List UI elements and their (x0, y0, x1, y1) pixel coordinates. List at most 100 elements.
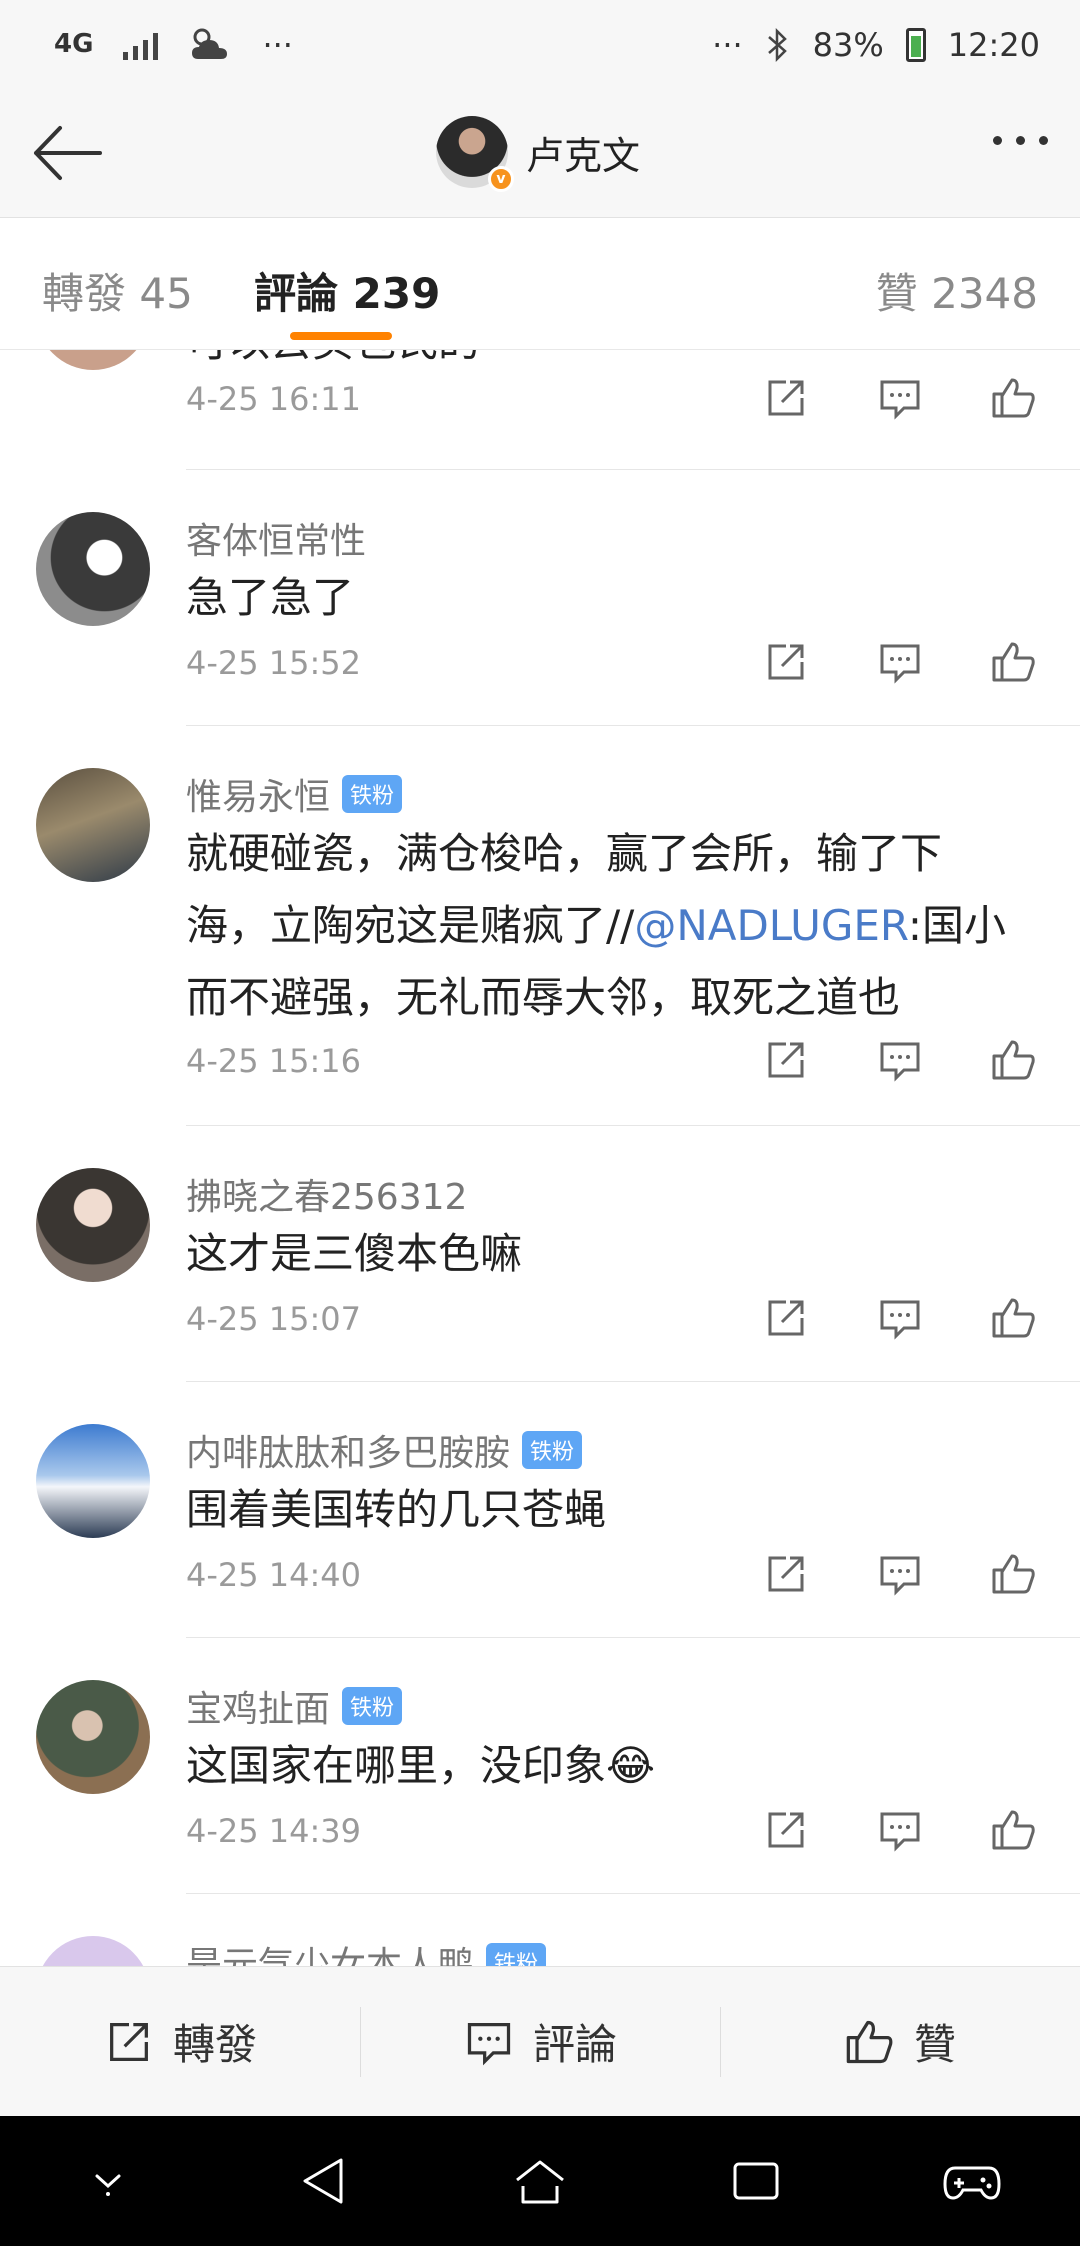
fan-badge: 铁粉 (486, 1943, 547, 1966)
username[interactable]: 是元气少女本人鸭 (186, 1936, 474, 1966)
comment-button[interactable]: 評論 (360, 1967, 720, 2116)
like-icon[interactable] (990, 638, 1038, 686)
username[interactable]: 客体恒常性 (186, 512, 366, 564)
clock: 12:20 (947, 26, 1040, 64)
comment-actions (762, 1806, 1038, 1854)
comment-time: 4-25 15:16 (186, 1042, 362, 1080)
fan-badge: 铁粉 (342, 775, 403, 813)
commenter-name[interactable]: 惟易永恒 铁粉 (186, 768, 403, 820)
comment-actions (762, 1294, 1038, 1342)
share-icon[interactable] (762, 1294, 810, 1342)
list-item: 客体恒常性 急了急了 4-25 15:52 (0, 470, 1080, 726)
avatar[interactable] (36, 1168, 150, 1282)
username[interactable]: 内啡肽肽和多巴胺胺 (186, 1424, 510, 1476)
avatar[interactable] (36, 768, 150, 882)
comment-text: 这才是三傻本色嘛 (186, 1229, 523, 1278)
mention-link[interactable]: @NADLUGER (634, 901, 908, 950)
tab-comments[interactable]: 評論 239 (254, 260, 440, 321)
repost-label: 轉發 (172, 2020, 257, 2069)
comment-text: 围着美国转的几只苍蝇 (186, 1485, 607, 1534)
comment-time: 4-25 15:07 (186, 1300, 362, 1338)
bottom-action-bar: 轉發 評論 贊 (0, 1966, 1080, 2116)
reply-icon[interactable] (876, 374, 924, 422)
comment-label: 評論 (532, 2020, 617, 2069)
comment-time: 4-25 15:52 (186, 644, 362, 682)
like-icon[interactable] (990, 374, 1038, 422)
like-label: 贊 (913, 2020, 956, 2069)
back-icon[interactable] (293, 2150, 355, 2212)
comment-text: 就硬碰瓷，满仓梭哈，赢了会所，输了下海，立陶宛这是赌疯了//@NADLUGER:… (186, 818, 1016, 1034)
network-indicator: 4G (54, 29, 94, 60)
avatar[interactable] (36, 1424, 150, 1538)
comment-text: 急了急了 (186, 573, 355, 622)
back-arrow-icon[interactable] (28, 118, 108, 188)
status-bar: 4G ··· ··· 83% 12:20 (0, 0, 1080, 90)
repost-button[interactable]: 轉發 (0, 1967, 360, 2116)
avatar[interactable] (36, 1680, 150, 1794)
reply-icon[interactable] (876, 638, 924, 686)
profile-header[interactable]: v 卢克文 (436, 116, 641, 192)
list-item: 拂晓之春256312 这才是三傻本色嘛 4-25 15:07 (0, 1126, 1080, 1382)
like-icon (846, 2020, 893, 2063)
comment-actions (762, 638, 1038, 686)
reply-icon[interactable] (876, 1294, 924, 1342)
commenter-name[interactable]: 是元气少女本人鸭 铁粉 (186, 1936, 547, 1966)
chevron-down-icon[interactable] (77, 2150, 139, 2212)
list-item: 可以去买包氏的 4-25 16:11 (0, 350, 1080, 470)
list-item: 宝鸡扯面 铁粉 这国家在哪里，没印象😂 4-25 14:39 (0, 1638, 1080, 1894)
fan-badge: 铁粉 (342, 1687, 403, 1725)
reply-icon[interactable] (876, 1806, 924, 1854)
like-icon[interactable] (990, 1294, 1038, 1342)
avatar[interactable]: v (436, 116, 514, 192)
commenter-name[interactable]: 内啡肽肽和多巴胺胺 铁粉 (186, 1424, 583, 1476)
commenter-name[interactable]: 宝鸡扯面 铁粉 (186, 1680, 403, 1732)
comment-list[interactable]: 可以去买包氏的 4-25 16:11 客体恒常性 急了急了 4-25 15:52… (0, 350, 1080, 1966)
comment-icon (467, 2022, 511, 2065)
bluetooth-icon (767, 27, 787, 63)
comment-actions (762, 1036, 1038, 1084)
more-notifications-icon: ··· (262, 26, 293, 64)
reply-icon[interactable] (876, 1036, 924, 1084)
share-icon[interactable] (762, 638, 810, 686)
reply-icon[interactable] (876, 1550, 924, 1598)
username[interactable]: 宝鸡扯面 (186, 1680, 330, 1732)
like-icon[interactable] (990, 1036, 1038, 1084)
top-navigation-bar: v 卢克文 (0, 90, 1080, 218)
active-tab-indicator (290, 332, 392, 340)
comment-actions (762, 1550, 1038, 1598)
avatar[interactable] (36, 1936, 150, 1966)
verified-badge-icon: v (488, 166, 514, 192)
comment-time: 4-25 16:11 (186, 380, 362, 418)
battery-icon (905, 28, 926, 62)
username[interactable]: 惟易永恒 (186, 768, 330, 820)
avatar[interactable] (36, 512, 150, 626)
like-icon[interactable] (990, 1550, 1038, 1598)
weather-icon (192, 28, 228, 59)
like-button[interactable]: 贊 (720, 1967, 1080, 2116)
share-icon[interactable] (762, 1036, 810, 1084)
username[interactable]: 拂晓之春256312 (186, 1168, 467, 1220)
share-icon (110, 2022, 148, 2061)
home-icon[interactable] (509, 2150, 571, 2212)
page-title: 卢克文 (526, 133, 641, 178)
list-item: 惟易永恒 铁粉 就硬碰瓷，满仓梭哈，赢了会所，输了下海，立陶宛这是赌疯了//@N… (0, 726, 1080, 1126)
commenter-name[interactable]: 客体恒常性 (186, 512, 366, 564)
tab-reposts[interactable]: 轉發 45 (42, 260, 193, 321)
share-icon[interactable] (762, 374, 810, 422)
gamepad-icon[interactable] (941, 2150, 1003, 2212)
commenter-name[interactable]: 拂晓之春256312 (186, 1168, 467, 1220)
battery-percent: 83% (812, 26, 884, 64)
fan-badge: 铁粉 (522, 1431, 583, 1469)
comment-time: 4-25 14:39 (186, 1812, 362, 1850)
tab-bar: 轉發 45 評論 239 贊 2348 (0, 218, 1080, 350)
like-icon[interactable] (990, 1806, 1038, 1854)
recent-apps-icon[interactable] (725, 2150, 787, 2212)
avatar[interactable] (36, 350, 150, 370)
tab-likes[interactable]: 贊 2348 (876, 260, 1038, 321)
comment-time: 4-25 14:40 (186, 1556, 362, 1594)
more-options-icon[interactable] (993, 136, 1048, 145)
list-item: 是元气少女本人鸭 铁粉 (0, 1894, 1080, 1966)
list-item: 内啡肽肽和多巴胺胺 铁粉 围着美国转的几只苍蝇 4-25 14:40 (0, 1382, 1080, 1638)
share-icon[interactable] (762, 1806, 810, 1854)
share-icon[interactable] (762, 1550, 810, 1598)
